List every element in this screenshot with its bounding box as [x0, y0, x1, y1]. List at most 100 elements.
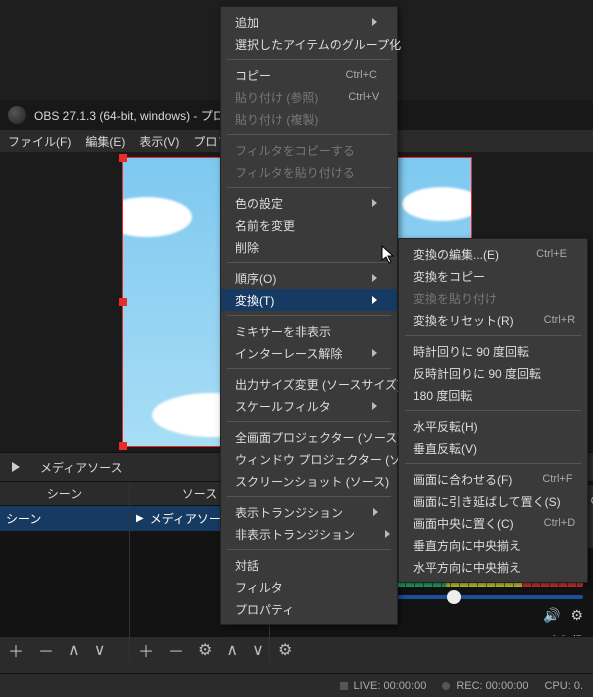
source-settings-button[interactable]: ⚙: [198, 640, 212, 660]
ctx-transform-item[interactable]: 垂直反転(V): [399, 437, 587, 459]
ctx-main-item[interactable]: 色の設定: [221, 192, 397, 214]
ctx-main-item[interactable]: 非表示トランジション: [221, 523, 397, 545]
menu-item-label: 出力サイズ変更 (ソースサイズ): [235, 376, 401, 393]
submenu-arrow-icon: [372, 274, 377, 282]
ctx-main-item[interactable]: ウィンドウ プロジェクター (ソース): [221, 448, 397, 470]
ctx-main-item[interactable]: 削除: [221, 236, 397, 258]
ctx-transform-item[interactable]: 変換をリセット(R)Ctrl+R: [399, 309, 587, 331]
menu-separator: [227, 421, 391, 422]
menu-item-label: フィルタをコピーする: [235, 142, 355, 159]
menu-item-label: 変換(T): [235, 292, 274, 309]
menu-item-label: 変換の編集...(E): [413, 246, 499, 263]
ctx-main-item[interactable]: 追加: [221, 11, 397, 33]
ctx-main-item[interactable]: 出力サイズ変更 (ソースサイズ): [221, 373, 397, 395]
ctx-main-item[interactable]: 選択したアイテムのグループ化: [221, 33, 397, 55]
ctx-transform-item: 変換を貼り付け: [399, 287, 587, 309]
scenes-footer: ＋ － ∧ ∨: [0, 636, 129, 662]
ctx-transform-item[interactable]: 垂直方向に中央揃え: [399, 534, 587, 556]
ctx-main-item[interactable]: 表示トランジション: [221, 501, 397, 523]
ctx-main-item[interactable]: コピーCtrl+C: [221, 64, 397, 86]
source-up-button[interactable]: ∧: [226, 640, 238, 660]
ctx-transform-item[interactable]: 時計回りに 90 度回転: [399, 340, 587, 362]
ctx-transform-item[interactable]: 画面中央に置く(C) Ctrl+D: [399, 512, 587, 534]
ctx-transform-item[interactable]: 180 度回転: [399, 384, 587, 406]
scenes-panel: シーン シーン ＋ － ∧ ∨: [0, 482, 130, 662]
gear-icon[interactable]: ⚙: [570, 607, 583, 624]
menu-edit[interactable]: 編集(E): [85, 133, 125, 150]
menu-shortcut: Ctrl+V: [348, 91, 379, 103]
menu-item-label: 変換をコピー: [413, 268, 485, 285]
ctx-main-item: 貼り付け (参照)Ctrl+V: [221, 86, 397, 108]
submenu-arrow-icon: [373, 508, 378, 516]
menu-separator: [227, 315, 391, 316]
menu-separator: [227, 187, 391, 188]
ctx-main-item[interactable]: フィルタ: [221, 576, 397, 598]
ctx-main-item[interactable]: スクリーンショット (ソース): [221, 470, 397, 492]
menu-separator: [227, 496, 391, 497]
context-menu-main: 追加選択したアイテムのグループ化コピーCtrl+C貼り付け (参照)Ctrl+V…: [220, 6, 398, 625]
ctx-main-item[interactable]: プロパティ: [221, 598, 397, 620]
menu-item-label: 反時計回りに 90 度回転: [413, 365, 541, 382]
ctx-main-item[interactable]: インターレース解除: [221, 342, 397, 364]
source-down-button[interactable]: ∨: [252, 640, 264, 660]
ctx-main-item[interactable]: スケールフィルタ: [221, 395, 397, 417]
scene-up-button[interactable]: ∧: [68, 640, 80, 660]
menu-item-label: 全画面プロジェクター (ソース): [235, 429, 401, 446]
menu-separator: [405, 410, 581, 411]
scene-list-item[interactable]: シーン: [0, 506, 129, 531]
ctx-main-item[interactable]: ミキサーを非表示: [221, 320, 397, 342]
menu-file[interactable]: ファイル(F): [8, 133, 71, 150]
menu-item-label: スケールフィルタ: [235, 398, 331, 415]
scenes-header: シーン: [0, 482, 129, 506]
ctx-main-item[interactable]: 名前を変更: [221, 214, 397, 236]
menu-item-label: ミキサーを非表示: [235, 323, 331, 340]
speaker-icon[interactable]: 🔊: [543, 607, 560, 624]
ctx-transform-item[interactable]: 水平反転(H): [399, 415, 587, 437]
remove-source-button[interactable]: －: [168, 638, 184, 662]
ctx-transform-item[interactable]: 変換をコピー: [399, 265, 587, 287]
menu-item-label: 貼り付け (複製): [235, 111, 318, 128]
menu-item-label: 画面に引き延ばして置く(S): [413, 493, 561, 510]
ctx-transform-item[interactable]: 画面に合わせる(F)Ctrl+F: [399, 468, 587, 490]
mixer-settings-button[interactable]: ⚙: [278, 640, 292, 660]
status-bar: LIVE: 00:00:00 REC: 00:00:00 CPU: 0.: [0, 673, 593, 697]
play-icon[interactable]: [12, 462, 20, 472]
submenu-arrow-icon: [372, 18, 377, 26]
ctx-transform-item[interactable]: 変換の編集...(E) Ctrl+E: [399, 243, 587, 265]
menu-item-label: スクリーンショット (ソース): [235, 473, 389, 490]
menu-separator: [227, 549, 391, 550]
submenu-arrow-icon: [372, 296, 377, 304]
scene-down-button[interactable]: ∨: [94, 640, 106, 660]
ctx-main-item[interactable]: 変換(T): [221, 289, 397, 311]
obs-logo-icon: [8, 106, 26, 124]
menu-shortcut: Ctrl+R: [544, 314, 575, 326]
menu-item-label: 対話: [235, 557, 259, 574]
ctx-main-item: フィルタをコピーする: [221, 139, 397, 161]
ctx-transform-item[interactable]: 画面に引き延ばして置く(S)Ctrl+S: [399, 490, 587, 512]
ctx-main-item[interactable]: 順序(O): [221, 267, 397, 289]
submenu-arrow-icon: [372, 349, 377, 357]
menu-item-label: 画面中央に置く(C): [413, 515, 514, 532]
menu-item-label: 垂直反転(V): [413, 440, 477, 457]
slider-knob-icon[interactable]: [447, 590, 461, 604]
submenu-arrow-icon: [385, 530, 390, 538]
menu-item-label: 垂直方向に中央揃え: [413, 537, 521, 554]
menu-shortcut: Ctrl+C: [346, 69, 377, 81]
menu-view[interactable]: 表示(V): [139, 133, 179, 150]
menu-item-label: フィルタ: [235, 579, 283, 596]
menu-item-label: 色の設定: [235, 195, 283, 212]
menu-item-label: 画面に合わせる(F): [413, 471, 512, 488]
menu-shortcut: Ctrl+E: [536, 248, 567, 260]
menu-separator: [227, 59, 391, 60]
ctx-transform-item[interactable]: 水平方向に中央揃え: [399, 556, 587, 578]
add-scene-button[interactable]: ＋: [8, 638, 24, 662]
menu-shortcut: Ctrl+D: [544, 517, 575, 529]
remove-scene-button[interactable]: －: [38, 638, 54, 662]
menu-item-label: 追加: [235, 14, 259, 31]
add-source-button[interactable]: ＋: [138, 638, 154, 662]
ctx-transform-item[interactable]: 反時計回りに 90 度回転: [399, 362, 587, 384]
rec-status: REC: 00:00:00: [442, 680, 528, 692]
ctx-main-item[interactable]: 全画面プロジェクター (ソース): [221, 426, 397, 448]
ctx-main-item[interactable]: 対話: [221, 554, 397, 576]
rec-indicator-icon: [442, 682, 450, 690]
